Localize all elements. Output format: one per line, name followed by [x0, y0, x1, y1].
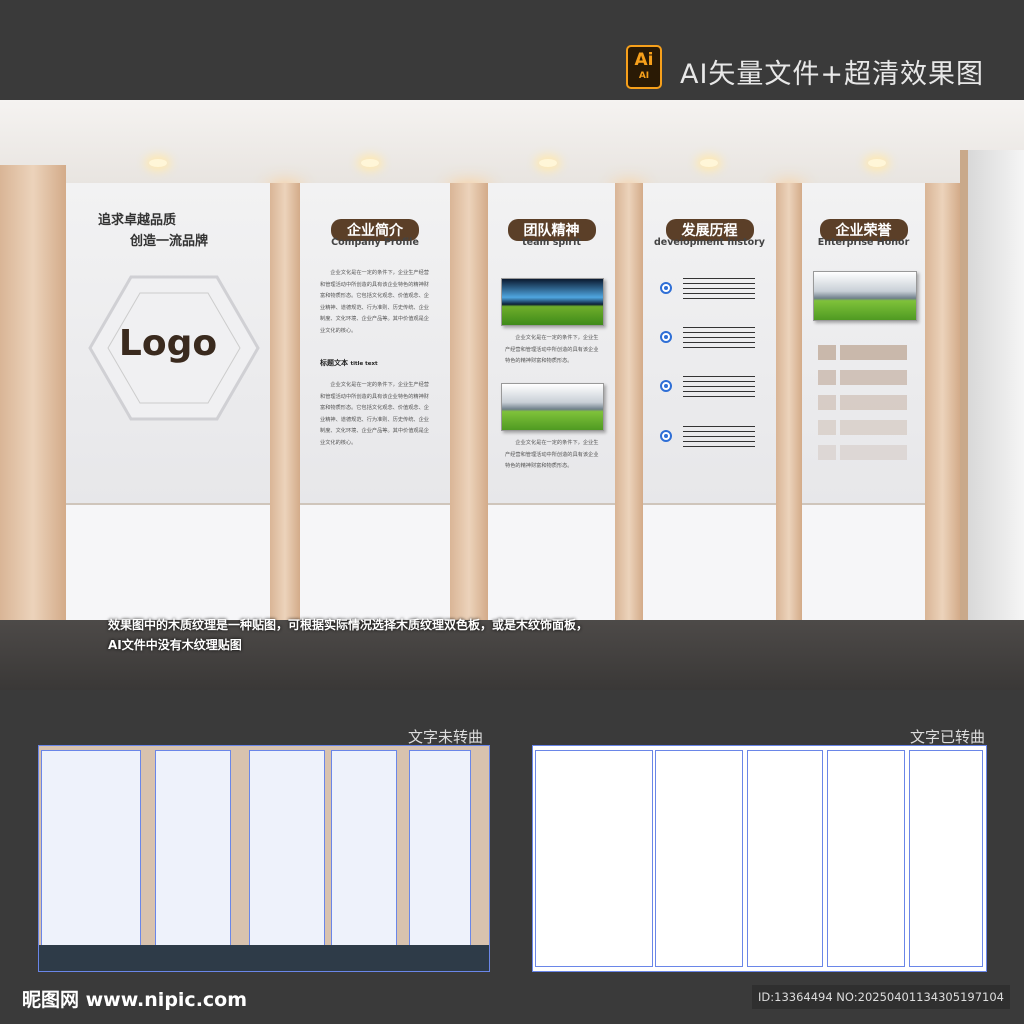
panel-company-profile: 企业简介 Company Profile 企业文化是在一定的条件下，企业生产经营…	[300, 183, 450, 620]
panel-development-history: 发展历程 development history	[643, 183, 776, 620]
caption-line-1: 效果图中的木质纹理是一种贴图，可根据实际情况选择木质纹理双色板，或是木纹饰面板，	[108, 618, 589, 632]
panel-subtitle: development history	[653, 237, 766, 248]
body-text: 企业文化是在一定的条件下，企业生产经营和管理活动中所创造的具有该企业特色的精神财…	[320, 382, 429, 446]
preview-text-outlined	[532, 745, 987, 972]
wood-pillar	[615, 183, 643, 623]
timeline-dot-icon	[660, 331, 672, 343]
timeline-dot-icon	[660, 430, 672, 442]
hall-photo	[501, 383, 604, 431]
logo-panel: 追求卓越品质 创造一流品牌 Logo	[66, 183, 270, 620]
spotlight-icon	[539, 159, 557, 167]
panel-subtitle: team spirit	[522, 237, 581, 248]
preview-label-right: 文字已转曲	[910, 728, 986, 746]
wood-pillar	[776, 183, 802, 623]
caption: 效果图中的木质纹理是一种贴图，可根据实际情况选择木质纹理双色板，或是木纹饰面板，…	[108, 615, 588, 655]
spotlight-icon	[361, 159, 379, 167]
panel-subtitle: Enterprise Honor	[817, 237, 910, 248]
wood-pillar	[270, 183, 300, 623]
spotlight-icon	[149, 159, 167, 167]
spotlight-icon	[868, 159, 886, 167]
wood-wall	[0, 165, 66, 635]
stadium-photo	[501, 278, 604, 326]
body-text: 企业文化是在一定的条件下，企业生产经营和管理活动中所创造的具有该企业特色的精神财…	[505, 335, 599, 364]
panel-team-spirit: 团队精神 team spirit 企业文化是在一定的条件下，企业生产经营和管理活…	[488, 183, 615, 620]
rendered-wall-scene: 追求卓越品质 创造一流品牌 Logo 企业简介 Company Profile …	[0, 100, 1024, 690]
hall-photo	[813, 271, 917, 321]
preview-label-left: 文字未转曲	[408, 728, 484, 746]
preview-text-not-outlined	[38, 745, 490, 972]
wood-pillar	[925, 183, 960, 623]
timeline-dot-icon	[660, 380, 672, 392]
logo-text: Logo	[118, 323, 218, 364]
body-text: 企业文化是在一定的条件下，企业生产经营和管理活动中所创造的具有该企业特色的精神财…	[505, 440, 599, 469]
panel-subtitle: Company Profile	[331, 237, 419, 248]
nipic-watermark-logo: 昵图网 www.nipic.com	[22, 989, 248, 1011]
heading-text-en: title text	[350, 361, 378, 367]
body-text: 企业文化是在一定的条件下，企业生产经营和管理活动中所创造的具有该企业特色的精神财…	[320, 270, 429, 334]
image-id: ID:13364494 NO:20250401134305197104	[752, 985, 1010, 1009]
ceiling	[0, 100, 1024, 185]
slogan-line-1: 追求卓越品质	[98, 213, 177, 228]
spotlight-icon	[700, 159, 718, 167]
ai-file-icon: Ai AI	[626, 45, 662, 89]
timeline-dot-icon	[660, 282, 672, 294]
window	[960, 150, 1024, 630]
caption-line-2: AI文件中没有木纹理贴图	[108, 638, 242, 652]
wood-pillar	[450, 183, 488, 623]
slogan-line-2: 创造一流品牌	[130, 234, 209, 249]
panel-enterprise-honor: 企业荣誉 Enterprise Honor	[802, 183, 925, 620]
header-label: AI矢量文件+超清效果图	[680, 59, 985, 90]
heading-text: 标题文本	[320, 359, 348, 367]
